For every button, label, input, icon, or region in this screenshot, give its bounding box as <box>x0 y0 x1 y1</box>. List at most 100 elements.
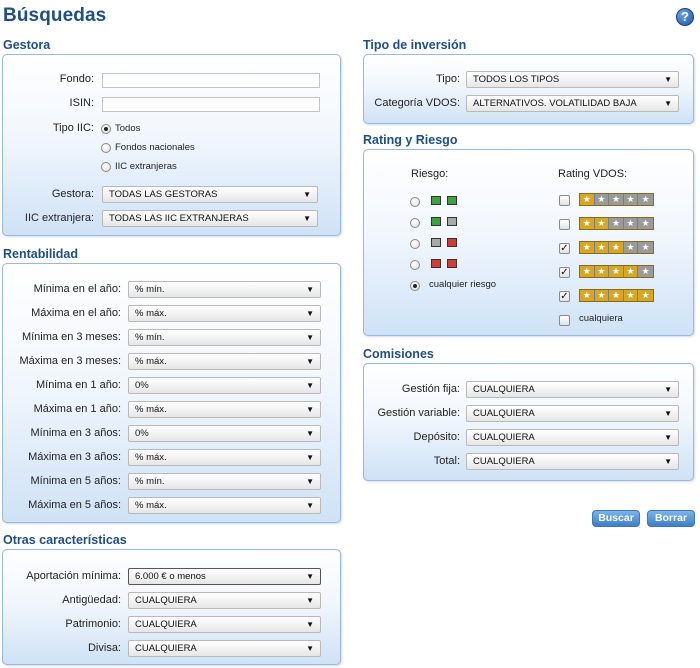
tipo-select[interactable]: TODOS LOS TIPOS ▼ <box>466 71 679 88</box>
risk-green-square <box>431 217 441 226</box>
checkbox-rating-3[interactable]: ✓ <box>559 243 570 254</box>
checkbox-rating-2[interactable] <box>559 219 570 230</box>
rentabilidad-label-5: Máxima en 1 año: <box>33 403 121 415</box>
categoria-select-value: ALTERNATIVOS. VOLATILIDAD BAJA <box>473 98 637 109</box>
rentabilidad-label-4: Mínima en 1 año: <box>36 379 121 391</box>
star-icon: ★ <box>638 218 653 229</box>
total-label: Total: <box>433 455 460 467</box>
rentabilidad-label-3: Máxima en 3 meses: <box>19 355 121 367</box>
section-title-comisiones: Comisiones <box>363 347 434 361</box>
radio-riesgo-3[interactable] <box>410 239 420 249</box>
checkbox-rating-cualquiera[interactable] <box>559 315 570 326</box>
rating-4-stars: ★ ★ ★ ★ ★ <box>579 265 654 278</box>
gestora-label: Gestora: <box>51 188 94 200</box>
checkbox-rating-1[interactable] <box>559 195 570 206</box>
chevron-down-icon: ▼ <box>664 409 672 418</box>
rentabilidad-value-2: % mín. <box>135 332 165 343</box>
help-icon[interactable]: ? <box>676 8 694 26</box>
star-icon: ★ <box>594 194 610 205</box>
antiguedad-label: Antigüedad: <box>62 594 121 606</box>
tipo-option-todos: Todos <box>115 123 141 134</box>
chevron-down-icon: ▼ <box>664 75 672 84</box>
categoria-select[interactable]: ALTERNATIVOS. VOLATILIDAD BAJA ▼ <box>466 95 679 112</box>
rating-panel: Riesgo: cualquier riesgo Rating VDOS: ★ … <box>363 149 694 336</box>
star-icon: ★ <box>638 242 653 253</box>
star-icon: ★ <box>580 194 595 205</box>
risk-red-square <box>431 259 441 268</box>
star-icon: ★ <box>609 290 624 301</box>
star-icon: ★ <box>623 266 639 277</box>
otras-panel: Aportación mínima: 6.000 € o menos ▼ Anti… <box>2 549 341 665</box>
rentabilidad-select-3[interactable]: % máx. ▼ <box>128 353 321 370</box>
iic-extranjera-select-value: TODAS LAS IIC EXTRANJERAS <box>109 213 249 224</box>
chevron-down-icon: ▼ <box>306 405 314 414</box>
star-icon: ★ <box>638 290 653 301</box>
patrimonio-value: CUALQUIERA <box>135 619 197 630</box>
rentabilidad-select-9[interactable]: % máx. ▼ <box>128 497 321 514</box>
chevron-down-icon: ▼ <box>303 190 311 199</box>
tipo-label: Tipo: <box>435 73 460 85</box>
checkbox-rating-4[interactable]: ✓ <box>559 267 570 278</box>
divisa-select[interactable]: CUALQUIERA ▼ <box>128 640 321 657</box>
risk-gray-square <box>447 217 457 226</box>
rentabilidad-select-0[interactable]: % mín. ▼ <box>128 281 321 298</box>
gestion-fija-label: Gestión fija: <box>401 383 460 395</box>
rentabilidad-label-0: Mínima en el año: <box>33 283 121 295</box>
radio-riesgo-1[interactable] <box>410 197 420 207</box>
rating-5-stars: ★ ★ ★ ★ ★ <box>579 289 654 302</box>
total-select[interactable]: CUALQUIERA ▼ <box>466 453 679 470</box>
rentabilidad-label-7: Máxima en 3 años: <box>28 451 121 463</box>
rentabilidad-label-8: Mínima en 5 años: <box>30 475 122 487</box>
chevron-down-icon: ▼ <box>306 285 314 294</box>
rentabilidad-select-2[interactable]: % mín. ▼ <box>128 329 321 346</box>
rentabilidad-value-6: 0% <box>135 428 149 439</box>
rentabilidad-value-7: % máx. <box>135 452 167 463</box>
patrimonio-select[interactable]: CUALQUIERA ▼ <box>128 616 321 633</box>
radio-riesgo-cualquier[interactable] <box>410 281 420 291</box>
radio-tipo-extranjeras[interactable] <box>101 162 111 172</box>
star-icon: ★ <box>580 266 595 277</box>
fondo-label: Fondo: <box>59 73 94 85</box>
clear-button[interactable]: Borrar <box>647 510 695 527</box>
gestora-panel: Fondo: ISIN: Tipo IIC: Todos Fondos naci… <box>2 54 341 236</box>
iic-extranjera-select[interactable]: TODAS LAS IIC EXTRANJERAS ▼ <box>102 210 318 227</box>
chevron-down-icon: ▼ <box>664 433 672 442</box>
rentabilidad-select-8[interactable]: % mín. ▼ <box>128 473 321 490</box>
deposito-select[interactable]: CUALQUIERA ▼ <box>466 429 679 446</box>
rentabilidad-select-5[interactable]: % máx. ▼ <box>128 401 321 418</box>
radio-tipo-todos[interactable] <box>101 124 111 134</box>
rentabilidad-select-4[interactable]: 0% ▼ <box>128 377 321 394</box>
antiguedad-select[interactable]: CUALQUIERA ▼ <box>128 592 321 609</box>
star-icon: ★ <box>594 242 610 253</box>
radio-riesgo-4[interactable] <box>410 260 420 270</box>
star-icon: ★ <box>609 218 624 229</box>
tipo-inversion-panel: Tipo: TODOS LOS TIPOS ▼ Categoría VDOS: A… <box>363 54 694 124</box>
star-icon: ★ <box>638 194 653 205</box>
radio-tipo-nacionales[interactable] <box>101 143 111 153</box>
categoria-label: Categoría VDOS: <box>374 97 460 109</box>
risk-red-square <box>447 238 457 247</box>
radio-riesgo-2[interactable] <box>410 218 420 228</box>
rating-any-label: cualquiera <box>579 313 623 324</box>
gestora-select[interactable]: TODAS LAS GESTORAS ▼ <box>102 186 318 203</box>
riesgo-label: Riesgo: <box>411 168 449 180</box>
aportacion-select[interactable]: 6.000 € o menos ▼ <box>128 568 321 585</box>
rentabilidad-value-0: % mín. <box>135 284 165 295</box>
page-title: Búsquedas <box>3 5 107 26</box>
rentabilidad-select-1[interactable]: % máx. ▼ <box>128 305 321 322</box>
checkbox-rating-5[interactable]: ✓ <box>559 291 570 302</box>
antiguedad-value: CUALQUIERA <box>135 595 197 606</box>
rentabilidad-label-2: Mínima en 3 meses: <box>21 331 121 343</box>
search-button[interactable]: Buscar <box>592 510 640 527</box>
fondo-input[interactable] <box>102 73 320 88</box>
gestion-variable-select[interactable]: CUALQUIERA ▼ <box>466 405 679 422</box>
chevron-down-icon: ▼ <box>306 333 314 342</box>
star-icon: ★ <box>623 242 639 253</box>
star-icon: ★ <box>594 266 610 277</box>
rentabilidad-select-7[interactable]: % máx. ▼ <box>128 449 321 466</box>
chevron-down-icon: ▼ <box>306 596 314 605</box>
rentabilidad-select-6[interactable]: 0% ▼ <box>128 425 321 442</box>
gestion-fija-select[interactable]: CUALQUIERA ▼ <box>466 381 679 398</box>
isin-input[interactable] <box>102 97 320 112</box>
rentabilidad-value-3: % máx. <box>135 356 167 367</box>
